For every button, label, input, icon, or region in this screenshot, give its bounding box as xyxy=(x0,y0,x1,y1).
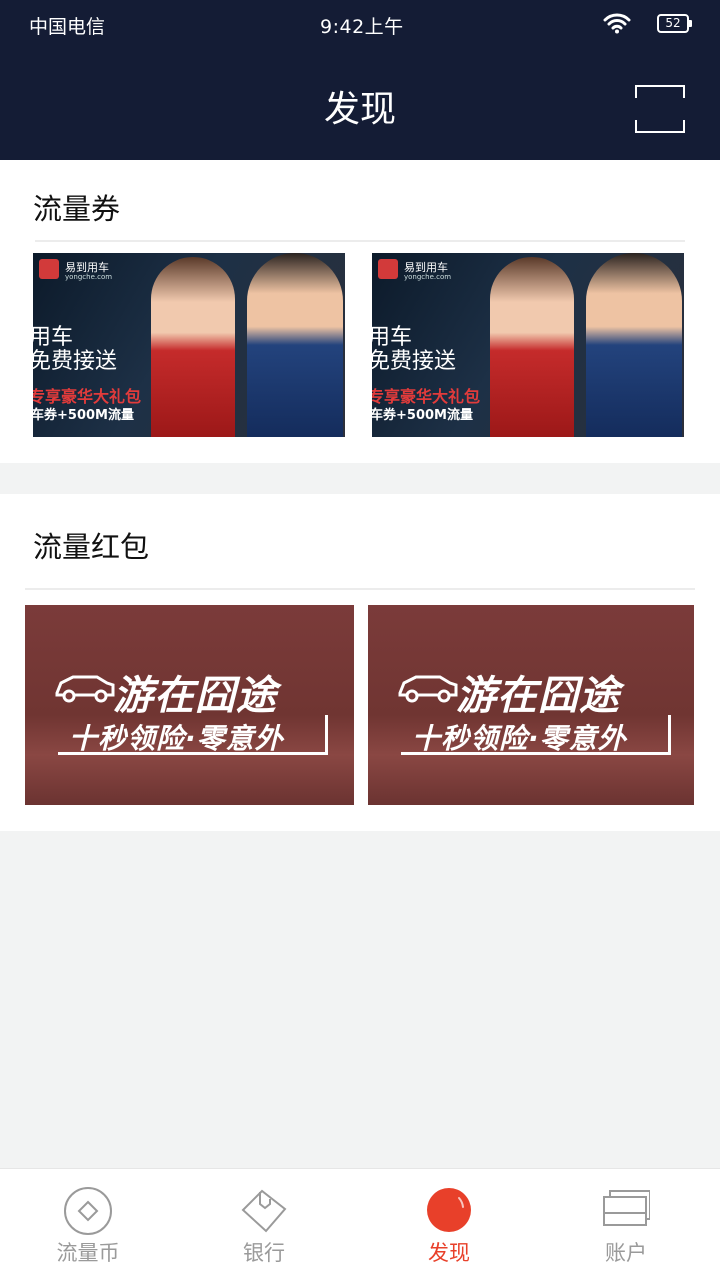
banner-line-2: 免费接送 xyxy=(33,349,118,374)
banner-title: 游在囧途 xyxy=(113,673,277,719)
banner-line-4: 车券+500M流量 xyxy=(33,408,134,423)
section-title: 流量券 xyxy=(33,192,121,226)
brand-url: yongche.com xyxy=(65,273,113,281)
tag-icon xyxy=(241,1189,287,1233)
banner-line-4: 车券+500M流量 xyxy=(372,408,473,423)
wifi-icon xyxy=(603,13,631,34)
scan-icon[interactable] xyxy=(634,84,686,134)
traffic-coupon-section: 流量券 易到用车 yongche.com 用车 免费接送 专享豪华大礼包 车券+… xyxy=(0,160,720,463)
redpacket-banner-2[interactable]: 游在囧途 十秒领险·零意外 xyxy=(368,605,694,805)
banner-subtitle: 十秒领险·零意外 xyxy=(412,722,627,755)
banner-line-2: 免费接送 xyxy=(372,349,457,374)
coupon-banner-1[interactable]: 易到用车 yongche.com 用车 免费接送 专享豪华大礼包 车券+500M… xyxy=(33,253,345,437)
nav-label: 流量币 xyxy=(56,1241,120,1265)
traffic-redpacket-section: 流量红包 游在囧途 十秒领险·零意外 游在囧途 十秒领险·零意外 xyxy=(0,494,720,831)
nav-label: 银行 xyxy=(243,1241,285,1265)
bottom-nav: 流量币 银行 发现 账户 xyxy=(0,1168,720,1280)
nav-label: 发现 xyxy=(428,1241,470,1265)
nav-item-bank[interactable]: 银行 xyxy=(204,1169,324,1280)
car-icon xyxy=(398,675,458,703)
status-bar: 中国电信 9:42上午 52 xyxy=(0,0,720,50)
nav-label: 账户 xyxy=(605,1241,647,1265)
nav-item-discover[interactable]: 发现 xyxy=(389,1169,509,1280)
divider xyxy=(25,588,695,590)
divider xyxy=(35,240,685,242)
section-title: 流量红包 xyxy=(33,530,150,564)
nav-item-account[interactable]: 账户 xyxy=(566,1169,686,1280)
coin-icon xyxy=(64,1187,112,1235)
man-figure xyxy=(247,253,343,437)
battery-icon: 52 xyxy=(657,14,692,33)
woman-figure xyxy=(490,257,574,437)
coupon-banner-2[interactable]: 易到用车 yongche.com 用车 免费接送 专享豪华大礼包 车券+500M… xyxy=(372,253,684,437)
banner-title: 游在囧途 xyxy=(456,673,620,719)
brand-logo-icon xyxy=(39,259,59,279)
page-title: 发现 xyxy=(323,89,396,130)
banner-subtitle: 十秒领险·零意外 xyxy=(69,722,284,755)
discover-icon xyxy=(427,1188,471,1232)
brand-url: yongche.com xyxy=(404,273,452,281)
carrier-label: 中国电信 xyxy=(29,16,106,38)
car-icon xyxy=(55,675,115,703)
woman-figure xyxy=(151,257,235,437)
nav-item-coins[interactable]: 流量币 xyxy=(28,1169,148,1280)
clock: 9:42上午 xyxy=(320,16,404,38)
cards-icon xyxy=(603,1190,650,1226)
app-header: 中国电信 9:42上午 52 发现 xyxy=(0,0,720,160)
man-figure xyxy=(586,253,682,437)
brand-logo-icon xyxy=(378,259,398,279)
redpacket-banner-1[interactable]: 游在囧途 十秒领险·零意外 xyxy=(25,605,354,805)
